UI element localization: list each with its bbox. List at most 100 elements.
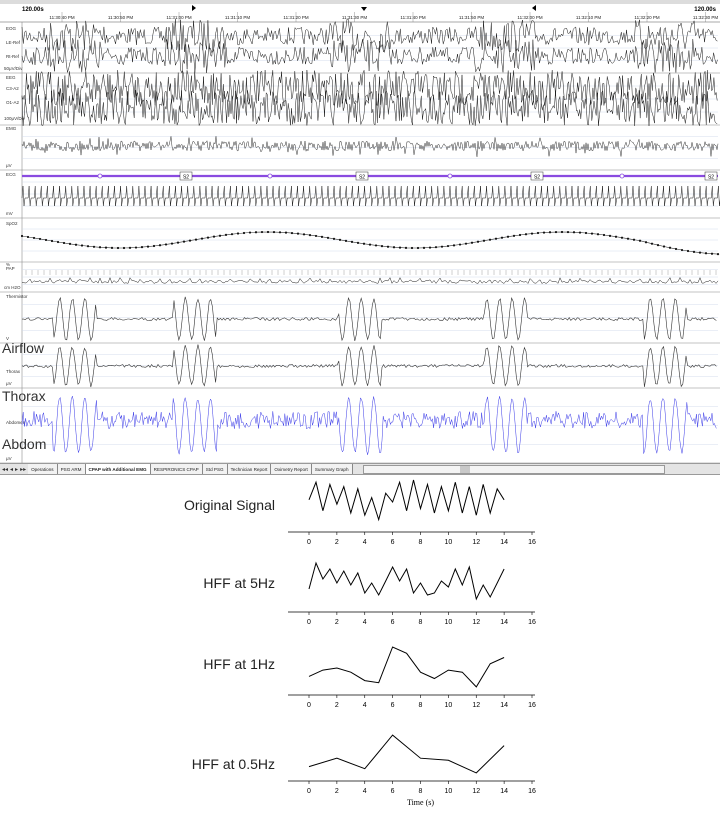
spo2-point (422, 246, 426, 249)
spo2-point (392, 246, 396, 249)
x-tick-label: 4 (363, 788, 367, 795)
x-tick-label: 0 (307, 702, 311, 709)
hff-figure: Original Signal HFF at 5Hz HFF at 1Hz HF… (0, 475, 720, 817)
spo2-point (686, 249, 690, 253)
x-tick-label: 2 (335, 539, 339, 546)
montage-tab-bar: ◂◂ ◂ ▸ ▸▸ Operations PSG ARM CPAP with A… (0, 463, 720, 475)
spo2-point (74, 243, 78, 246)
airflow-label: Airflow (2, 340, 45, 356)
scrollbar-thumb[interactable] (459, 465, 470, 473)
tab-respironics-cpap[interactable]: RESPIRONICS CPAP (150, 464, 203, 474)
x-tick-label: 0 (307, 619, 311, 626)
spo2-point (710, 252, 714, 255)
chan-c3: C3-A2 (6, 86, 19, 91)
spo2-point (314, 234, 318, 238)
spo2-point (398, 246, 402, 249)
tab-next-icon[interactable]: ▸ (15, 466, 18, 473)
time-label: 11:31:30 PM (342, 15, 367, 20)
spo2-point (26, 235, 30, 239)
spo2-point (56, 240, 60, 244)
x-axis-label: Time (s) (407, 798, 434, 807)
spo2-point (374, 244, 378, 247)
spo2-point (512, 234, 516, 237)
spo2-point (350, 240, 354, 243)
tab-summary-graph[interactable]: Summary Graph (311, 464, 353, 474)
tab-prev-icon[interactable]: ◂ (10, 466, 13, 473)
x-tick-label: 8 (419, 788, 423, 795)
x-tick-label: 14 (500, 788, 508, 795)
x-tick-label: 4 (363, 539, 367, 546)
spo2-point (224, 233, 228, 237)
unit-spo2: % (6, 262, 10, 267)
chan-thermistor: Thermistor (6, 294, 28, 299)
spo2-point (578, 231, 582, 234)
spo2-point (674, 247, 678, 251)
chan-le-ref: LE-Ref (6, 40, 21, 45)
spo2-point (248, 231, 252, 234)
tab-std-psg[interactable]: Std PSG (202, 464, 228, 474)
psg-recording-view: 120.00s 120.00s 11:30:40 PM 11:30:50 PM 11:3… (0, 0, 720, 475)
spo2-point (446, 244, 450, 248)
tab-nav-buttons[interactable]: ◂◂ ◂ ▸ ▸▸ (0, 464, 28, 474)
unit-thorax: μV (6, 381, 12, 386)
abdom-label: Abdom (2, 436, 47, 452)
spo2-point (668, 246, 672, 249)
time-label: 11:30:50 PM (108, 15, 133, 20)
spo2-point (596, 233, 600, 236)
x-tick-label: 12 (472, 539, 480, 546)
spo2-point (362, 242, 366, 245)
spo2-point (38, 237, 42, 241)
spo2-point (122, 246, 126, 250)
chart-panel-1: 0 2 4 6 8 10 12 14 16 (288, 479, 536, 546)
spo2-point (200, 237, 204, 240)
spo2-point (620, 236, 624, 239)
spo2-point (20, 234, 24, 238)
tab-psg-arm[interactable]: PSG ARM (57, 464, 86, 474)
tab-oximetry-report[interactable]: Oximetry Report (271, 464, 312, 474)
x-tick-label: 6 (391, 619, 395, 626)
unit-ecg: mV (6, 211, 13, 216)
x-tick-label: 16 (528, 702, 536, 709)
tab-last-icon[interactable]: ▸▸ (20, 466, 26, 473)
spo2-point (698, 251, 702, 254)
tab-first-icon[interactable]: ◂◂ (2, 466, 8, 473)
spo2-point (434, 246, 438, 249)
spo2-point (614, 235, 618, 238)
spo2-point (32, 236, 36, 240)
spo2-point (152, 244, 156, 248)
spo2-point (278, 231, 282, 234)
unit-eeg: 100μV/Div (4, 116, 26, 121)
spo2-point (320, 235, 324, 238)
time-label: 11:31:10 PM (225, 15, 250, 20)
x-tick-label: 14 (500, 539, 508, 546)
spo2-point (470, 241, 474, 244)
spo2-point (338, 238, 342, 241)
horizontal-scrollbar[interactable] (362, 464, 665, 474)
spo2-point (632, 238, 636, 241)
thorax-label: Thorax (2, 388, 46, 404)
chan-thorax-small: Thorax (6, 369, 21, 374)
spo2-point (626, 237, 630, 240)
x-tick-label: 8 (419, 702, 423, 709)
spo2-point (140, 246, 144, 249)
spo2-point (62, 241, 66, 245)
spo2-point (656, 244, 660, 247)
x-tick-label: 10 (444, 619, 452, 626)
unit-eog: 50μV/Div (4, 66, 23, 71)
spo2-point (242, 231, 246, 235)
spo2-point (176, 241, 180, 244)
stage-label: S2 (183, 175, 189, 181)
tab-cpap-emg[interactable]: CPAP with Additional EMG (85, 464, 151, 474)
x-tick-label: 16 (528, 788, 536, 795)
spo2-point (218, 234, 222, 237)
spo2-point (260, 230, 264, 234)
x-tick-label: 4 (363, 619, 367, 626)
tab-operations[interactable]: Operations (28, 464, 58, 474)
spo2-point (158, 244, 162, 247)
tab-technician-report[interactable]: Technician Report (227, 464, 272, 474)
spo2-point (608, 234, 612, 237)
spo2-point (194, 238, 198, 241)
spo2-point (212, 235, 216, 238)
spo2-point (80, 244, 84, 247)
x-tick-label: 10 (444, 788, 452, 795)
